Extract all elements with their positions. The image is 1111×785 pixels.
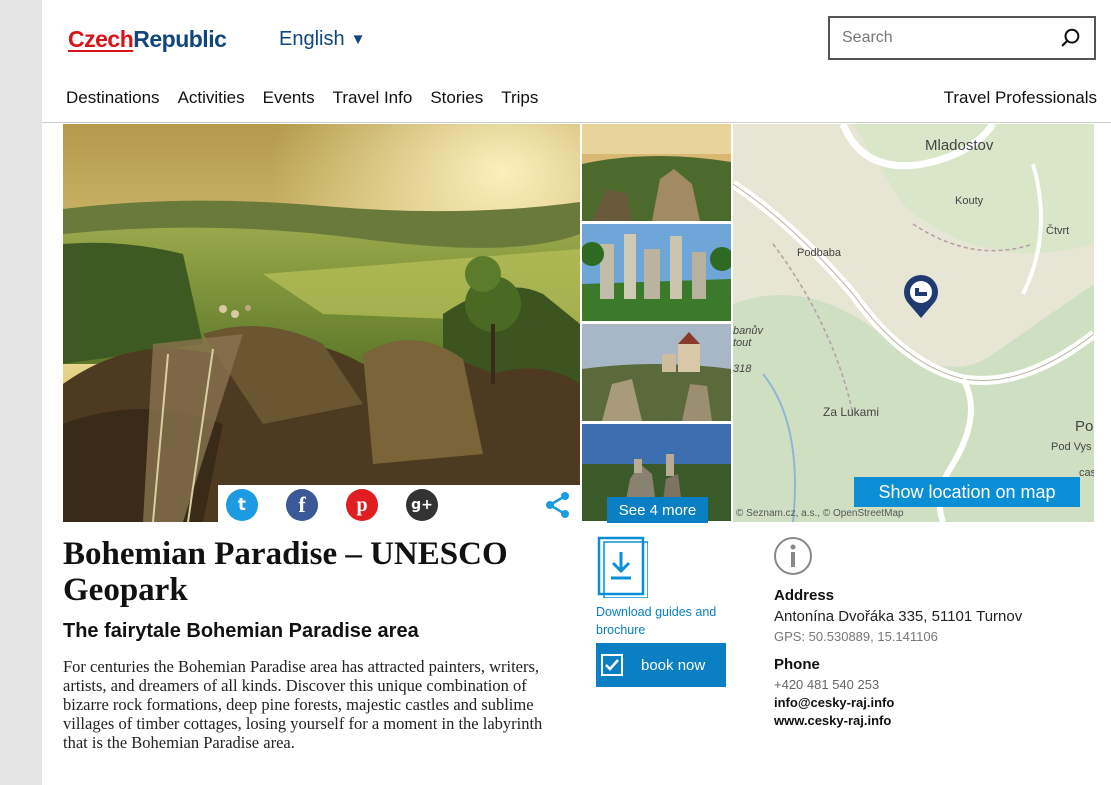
- address-text: Antonína Dvořáka 335, 51101 Turnov: [774, 608, 1023, 625]
- language-selector[interactable]: English ▼: [279, 28, 365, 51]
- gps-text: GPS: 50.530889, 15.141106: [774, 629, 938, 644]
- search-box[interactable]: [828, 16, 1096, 60]
- share-icon[interactable]: [544, 491, 572, 519]
- map-label-318: 318: [733, 363, 752, 375]
- left-margin-bar: [0, 0, 42, 785]
- main-nav: Destinations Activities Events Travel In…: [66, 88, 538, 108]
- logo-republic: Republic: [133, 26, 227, 52]
- nav-trips[interactable]: Trips: [501, 88, 538, 108]
- book-now-label: book now: [641, 656, 706, 674]
- nav-travel-professionals[interactable]: Travel Professionals: [944, 88, 1097, 108]
- page-description: For centuries the Bohemian Paradise area…: [63, 657, 543, 752]
- map-label-pod-vys: Pod Vys: [1051, 441, 1092, 453]
- thumbnail-3[interactable]: [582, 324, 731, 421]
- site-logo[interactable]: CzechRepublic: [68, 26, 227, 53]
- google-plus-icon[interactable]: g+: [406, 489, 438, 521]
- map-label-mladostov: Mladostov: [925, 137, 994, 154]
- caret-down-icon: ▼: [350, 31, 366, 48]
- info-icon: [774, 537, 812, 575]
- map-label-po: Po: [1075, 418, 1093, 435]
- thumbnail-column: [582, 124, 731, 524]
- phone-heading: Phone: [774, 656, 820, 673]
- hero-image[interactable]: [63, 124, 580, 522]
- thumbnail-1[interactable]: [582, 124, 731, 221]
- nav-travel-info[interactable]: Travel Info: [333, 88, 413, 108]
- nav-stories[interactable]: Stories: [430, 88, 483, 108]
- thumbnail-2[interactable]: [582, 224, 731, 321]
- checkbox-icon: [601, 654, 623, 676]
- search-input[interactable]: [842, 29, 1060, 47]
- search-icon[interactable]: [1060, 27, 1082, 49]
- email-link[interactable]: info@cesky-raj.info: [774, 695, 894, 710]
- map-attribution: © Seznam.cz, a.s., © OpenStreetMap: [736, 508, 904, 519]
- pinterest-icon[interactable]: p: [346, 489, 378, 521]
- book-now-button[interactable]: book now: [596, 643, 726, 687]
- facebook-icon[interactable]: f: [286, 489, 318, 521]
- website-link[interactable]: www.cesky-raj.info: [774, 713, 891, 728]
- page-subtitle: The fairytale Bohemian Paradise area: [63, 620, 419, 642]
- phone-number[interactable]: +420 481 540 253: [774, 677, 879, 692]
- map-label-tout: tout: [733, 337, 752, 349]
- twitter-icon[interactable]: t: [226, 489, 258, 521]
- logo-czech: Czech: [68, 26, 134, 52]
- share-bar: t f p g+: [218, 485, 580, 525]
- show-location-button[interactable]: Show location on map: [854, 477, 1080, 507]
- address-heading: Address: [774, 587, 835, 604]
- map-label-banuv: banův: [733, 325, 764, 337]
- map-label-cas: cas: [1079, 467, 1094, 479]
- map-label-podbaba: Podbaba: [797, 247, 842, 259]
- location-map[interactable]: Mladostov Kouty Čtvrt Podbaba banův tout…: [733, 124, 1094, 522]
- map-label-ctvrt: Čtvrt: [1046, 224, 1069, 237]
- download-guides-link[interactable]: Download guides and brochure: [596, 603, 728, 639]
- language-label: English: [279, 28, 345, 50]
- page-title: Bohemian Paradise – UNESCO Geopark: [63, 536, 508, 608]
- download-icon[interactable]: [596, 536, 648, 598]
- nav-activities[interactable]: Activities: [178, 88, 245, 108]
- nav-events[interactable]: Events: [263, 88, 315, 108]
- header-divider: [42, 122, 1111, 123]
- map-label-kouty: Kouty: [955, 195, 984, 207]
- see-more-button[interactable]: See 4 more: [607, 497, 708, 523]
- nav-destinations[interactable]: Destinations: [66, 88, 160, 108]
- map-label-za-lukami: Za Lukami: [823, 405, 879, 419]
